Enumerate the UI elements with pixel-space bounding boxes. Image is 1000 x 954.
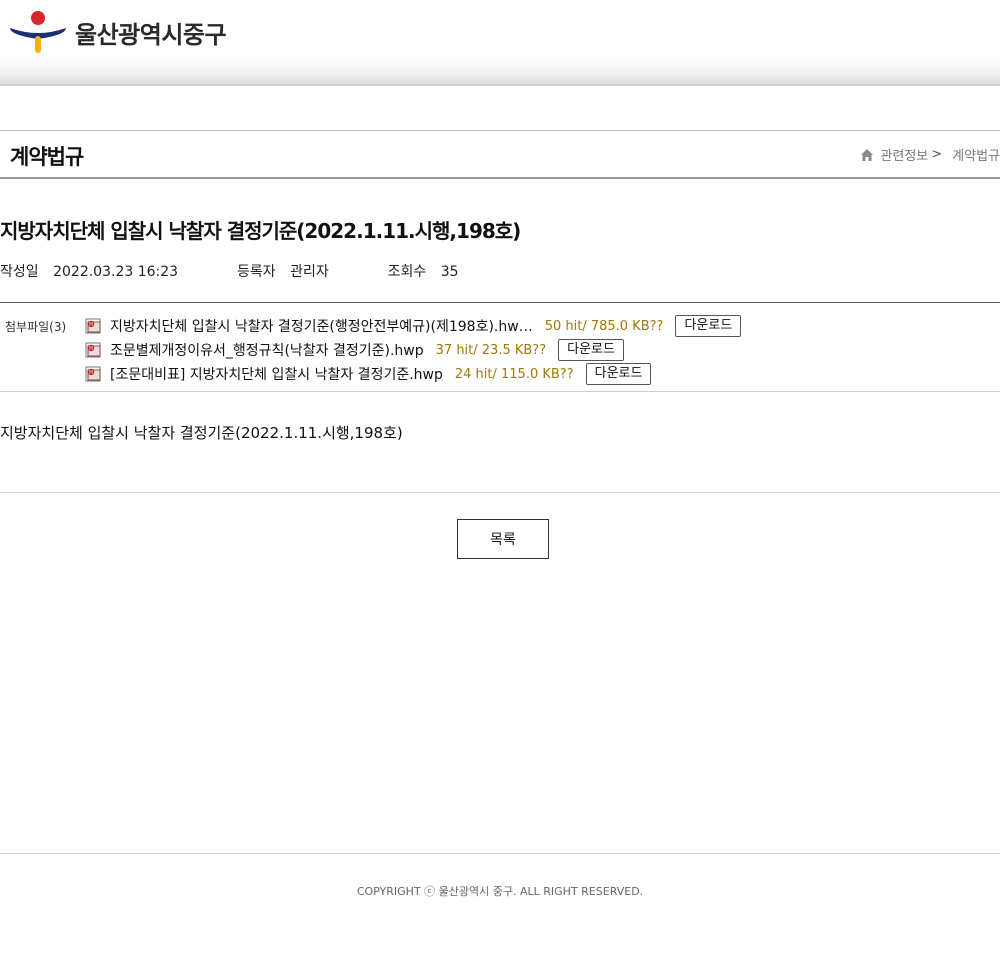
- attachments-label: 첨부파일(3): [5, 320, 67, 334]
- list-button[interactable]: 목록: [457, 519, 549, 559]
- date-label: 작성일: [0, 264, 39, 280]
- title-bar: 계약법규 관련정보 > 계약법규: [0, 130, 1000, 179]
- svg-text:H: H: [89, 322, 93, 328]
- post-meta: 작성일 2022.03.23 16:23 등록자 관리자 조회수 35: [0, 261, 459, 281]
- breadcrumb-current: 계약법규: [952, 149, 1000, 164]
- jung-gu-emblem-icon: [10, 11, 66, 53]
- breadcrumb-parent[interactable]: 관련정보: [880, 145, 928, 164]
- content-divider: [0, 492, 1000, 493]
- download-button[interactable]: 다운로드: [675, 315, 742, 337]
- attachment-file-name[interactable]: 지방자치단체 입찰시 낙찰자 결정기준(행정안전부예규)(제198호).hw…: [110, 316, 533, 336]
- breadcrumb: 관련정보 > 계약법규: [860, 145, 1000, 164]
- attachment-row: H 지방자치단체 입찰시 낙찰자 결정기준(행정안전부예규)(제198호).hw…: [85, 315, 742, 337]
- attachment-file-name[interactable]: 조문별제개정이유서_행정규칙(낙찰자 결정기준).hwp: [110, 340, 424, 360]
- svg-text:H: H: [89, 346, 93, 352]
- post-content: 지방자치단체 입찰시 낙찰자 결정기준(2022.1.11.시행,198호): [0, 424, 403, 442]
- date-value: 2022.03.23 16:23: [53, 264, 179, 280]
- breadcrumb-separator: >: [931, 147, 943, 162]
- hwp-file-icon: H: [85, 366, 101, 382]
- hwp-file-icon: H: [85, 318, 101, 334]
- views-label: 조회수: [387, 264, 427, 280]
- attachment-row: H [조문대비표] 지방자치단체 입찰시 낙찰자 결정기준.hwp 24 hit…: [85, 363, 652, 385]
- attachment-file-meta: 50 hit/ 785.0 KB??: [544, 318, 664, 334]
- post-title: 지방자치단체 입찰시 낙찰자 결정기준(2022.1.11.시행,198호): [0, 219, 521, 243]
- copyright: COPYRIGHT ⓒ 울산광역시 중구. ALL RIGHT RESERVED…: [356, 885, 644, 898]
- site-logo[interactable]: 울산광역시중구: [9, 9, 249, 55]
- attachment-row: H 조문별제개정이유서_행정규칙(낙찰자 결정기준).hwp 37 hit/ 2…: [85, 339, 624, 361]
- home-icon[interactable]: [860, 148, 874, 162]
- footer-divider: [0, 853, 1000, 854]
- views-value: 35: [440, 264, 459, 280]
- attachments-section: 첨부파일(3) H 지방자치단체 입찰시 낙찰자 결정기준(행정안전부예규)(제…: [0, 302, 1000, 392]
- download-button[interactable]: 다운로드: [585, 363, 652, 385]
- author-label: 등록자: [236, 264, 276, 280]
- attachment-file-meta: 24 hit/ 115.0 KB??: [454, 366, 574, 382]
- logo-text: 울산광역시중구: [75, 20, 227, 49]
- site-header: 울산광역시중구: [0, 0, 1000, 85]
- author-value: 관리자: [290, 264, 329, 280]
- attachment-file-name[interactable]: [조문대비표] 지방자치단체 입찰시 낙찰자 결정기준.hwp: [110, 364, 443, 384]
- svg-text:H: H: [89, 370, 93, 376]
- header-divider: [0, 84, 1000, 86]
- attachment-file-meta: 37 hit/ 23.5 KB??: [435, 342, 547, 358]
- page-title: 계약법규: [10, 145, 84, 169]
- hwp-file-icon: H: [85, 342, 101, 358]
- download-button[interactable]: 다운로드: [558, 339, 624, 361]
